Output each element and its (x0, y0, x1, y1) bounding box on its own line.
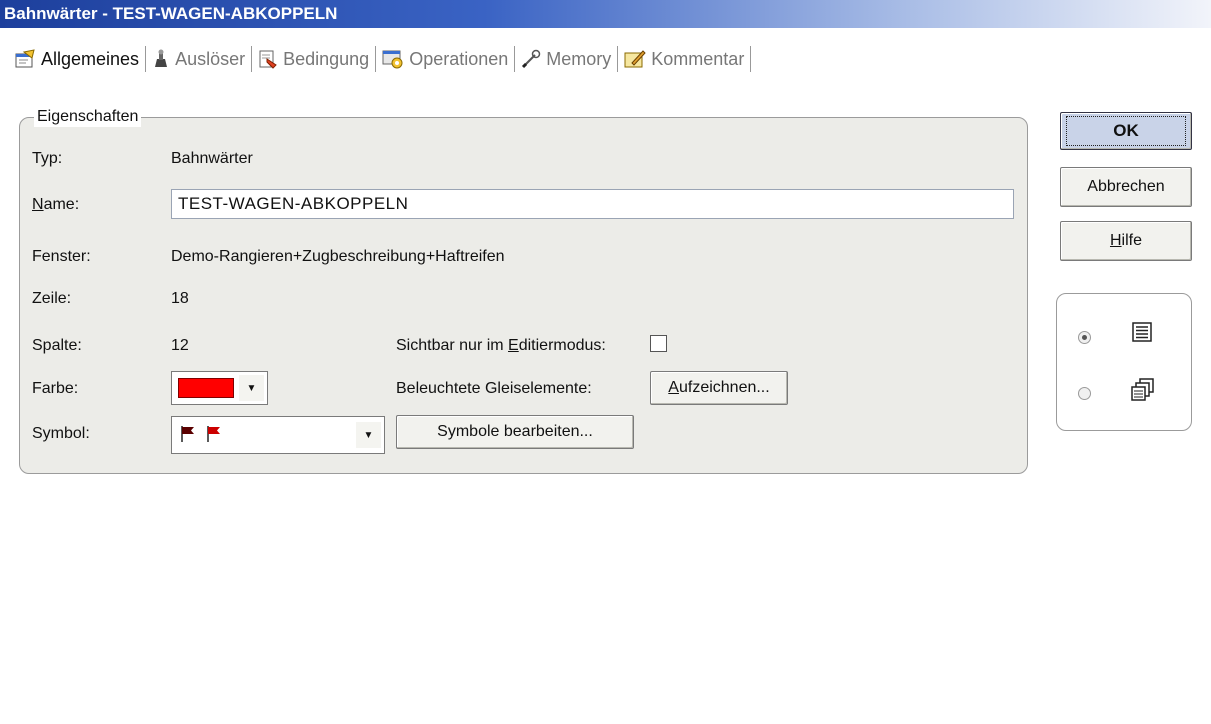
tab-label: Kommentar (651, 48, 745, 69)
properties-icon (14, 49, 36, 69)
typ-value: Bahnwärter (171, 150, 253, 167)
tab-bedingung[interactable]: Bedingung (252, 44, 375, 74)
memory-icon (521, 49, 541, 69)
condition-icon (258, 49, 278, 69)
symbol-label: Symbol: (32, 425, 90, 442)
cascade-view-icon (1131, 377, 1155, 406)
view-cascade-radio[interactable] (1078, 387, 1091, 400)
beleuchtete-label: Beleuchtete Gleiselemente: (396, 380, 592, 397)
sichtbar-checkbox[interactable] (650, 335, 667, 352)
help-button-label: Hilfe (1109, 232, 1142, 249)
flag-icon (206, 425, 222, 448)
properties-group: Eigenschaften Typ: Bahnwärter Name: Fens… (19, 107, 1028, 474)
spalte-value: 12 (171, 337, 189, 354)
color-picker[interactable]: ▼ (171, 371, 268, 405)
flag-icon (180, 425, 196, 448)
dropdown-arrow-icon[interactable]: ▼ (239, 375, 264, 401)
symbole-bearbeiten-button[interactable]: Symbole bearbeiten... (396, 415, 634, 449)
tab-separator (750, 46, 752, 72)
tab-allgemeines[interactable]: Allgemeines (8, 44, 145, 74)
symbole-bearbeiten-label: Symbole bearbeiten... (437, 423, 593, 440)
operations-icon (382, 49, 404, 69)
zeile-label: Zeile: (32, 290, 72, 307)
ok-button-label: OK (1066, 116, 1186, 146)
help-button[interactable]: Hilfe (1060, 221, 1192, 261)
aufzeichnen-button-label: Aufzeichnen... (668, 379, 770, 396)
zeile-value: 18 (171, 290, 189, 307)
tab-kommentar[interactable]: Kommentar (618, 44, 750, 74)
ok-button[interactable]: OK (1060, 112, 1192, 150)
tab-operationen[interactable]: Operationen (376, 44, 514, 74)
name-label: Name: (32, 196, 80, 213)
group-title: Eigenschaften (34, 107, 142, 127)
tab-ausloeser[interactable]: Auslöser (146, 44, 251, 74)
aufzeichnen-button[interactable]: Aufzeichnen... (650, 371, 788, 405)
dropdown-arrow-icon[interactable]: ▼ (356, 422, 381, 448)
trigger-icon (152, 49, 170, 69)
name-input[interactable] (171, 189, 1014, 219)
tab-memory[interactable]: Memory (515, 44, 617, 74)
window-title: Bahnwärter - TEST-WAGEN-ABKOPPELN (0, 0, 1211, 28)
tab-strip: Allgemeines Auslöser Bedingung Operation… (8, 44, 752, 74)
symbol-dropdown[interactable]: ▼ (171, 416, 385, 454)
comment-icon (624, 49, 646, 69)
view-mode-panel (1056, 293, 1192, 431)
tab-label: Operationen (409, 48, 509, 69)
list-view-icon (1131, 321, 1153, 348)
tab-label: Bedingung (283, 48, 370, 69)
typ-label: Typ: (32, 150, 63, 167)
tab-label: Auslöser (175, 48, 246, 69)
cancel-button[interactable]: Abbrechen (1060, 167, 1192, 207)
view-list-radio[interactable] (1078, 331, 1091, 344)
fenster-label: Fenster: (32, 248, 91, 265)
color-swatch (178, 378, 234, 398)
tab-label: Memory (546, 48, 612, 69)
tab-label: Allgemeines (41, 48, 140, 69)
farbe-label: Farbe: (32, 380, 79, 397)
sichtbar-label: Sichtbar nur im Editiermodus: (396, 337, 606, 354)
fenster-value: Demo-Rangieren+Zugbeschreibung+Haftreife… (171, 248, 505, 265)
spalte-label: Spalte: (32, 337, 82, 354)
cancel-button-label: Abbrechen (1087, 178, 1165, 195)
